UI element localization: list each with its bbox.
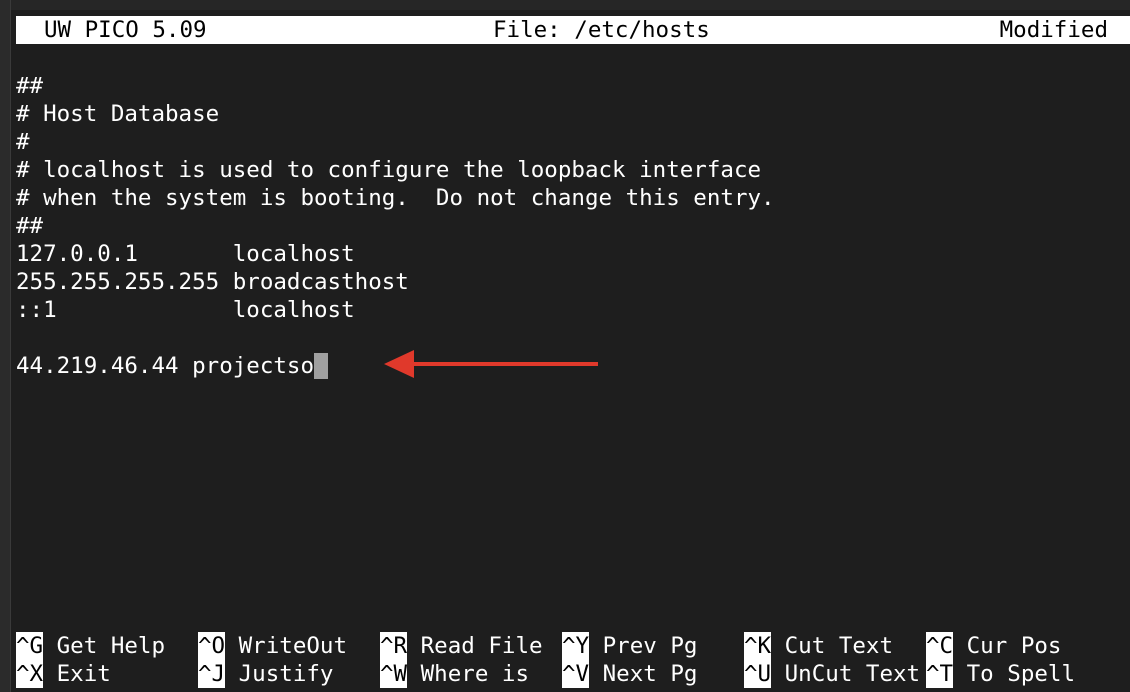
- shortcut-next-page[interactable]: ^V Next Pg: [562, 660, 697, 688]
- editor-line[interactable]: ::1 localhost: [16, 296, 775, 324]
- window-top-edge: [0, 0, 1130, 10]
- shortcut-label: Justify: [238, 661, 334, 687]
- shortcut-cur-pos[interactable]: ^C Cur Pos: [926, 632, 1061, 660]
- shortcut-label: Next Pg: [602, 661, 698, 687]
- shortcut-key: ^U: [744, 660, 772, 688]
- app-name: UW PICO 5.09: [44, 17, 207, 43]
- arrow-head: [384, 350, 414, 378]
- shortcut-writeout[interactable]: ^O WriteOut: [198, 632, 347, 660]
- shortcut-exit[interactable]: ^X Exit: [16, 660, 111, 688]
- editor-line[interactable]: # localhost is used to configure the loo…: [16, 156, 775, 184]
- shortcut-label: Get Help: [56, 633, 166, 659]
- shortcut-cut-text[interactable]: ^K Cut Text: [744, 632, 893, 660]
- red-arrow-icon: [384, 350, 598, 378]
- shortcut-key: ^K: [744, 632, 772, 660]
- shortcut-key: ^T: [926, 660, 954, 688]
- shortcut-label: Cut Text: [784, 633, 894, 659]
- shortcut-label: Exit: [56, 661, 111, 687]
- shortcut-label: Prev Pg: [602, 633, 698, 659]
- shortcut-prev-page[interactable]: ^Y Prev Pg: [562, 632, 697, 660]
- shortcut-key: ^R: [380, 632, 408, 660]
- shortcut-label: Cur Pos: [966, 633, 1062, 659]
- editor-line[interactable]: # Host Database: [16, 100, 775, 128]
- shortcut-key: ^G: [16, 632, 44, 660]
- shortcut-where-is[interactable]: ^W Where is: [380, 660, 529, 688]
- shortcut-to-spell[interactable]: ^T To Spell: [926, 660, 1075, 688]
- shortcut-key: ^W: [380, 660, 408, 688]
- editor-line[interactable]: ##: [16, 72, 775, 100]
- shortcut-label: To Spell: [966, 661, 1076, 687]
- modified-status: Modified: [999, 17, 1108, 43]
- shortcut-get-help[interactable]: ^G Get Help: [16, 632, 165, 660]
- text-cursor: [314, 353, 329, 379]
- shortcut-key: ^X: [16, 660, 44, 688]
- editor-line[interactable]: ##: [16, 212, 775, 240]
- shortcut-key: ^O: [198, 632, 226, 660]
- shortcut-uncut-text[interactable]: ^U UnCut Text: [744, 660, 920, 688]
- shortcut-key: ^J: [198, 660, 226, 688]
- shortcut-label: UnCut Text: [784, 661, 921, 687]
- editor-line[interactable]: #: [16, 128, 775, 156]
- shortcut-label: Read File: [420, 633, 543, 659]
- title-bar: UW PICO 5.09 File: /etc/hosts Modified: [16, 16, 1130, 44]
- shortcut-key: ^V: [562, 660, 590, 688]
- editor-area[interactable]: ## # Host Database # # localhost is used…: [16, 72, 775, 380]
- shortcut-key: ^C: [926, 632, 954, 660]
- shortcut-label: Where is: [420, 661, 530, 687]
- shortcut-justify[interactable]: ^J Justify: [198, 660, 333, 688]
- current-line-text[interactable]: 44.219.46.44 projectso: [16, 353, 314, 379]
- editor-line[interactable]: # when the system is booting. Do not cha…: [16, 184, 775, 212]
- window-left-edge: [0, 0, 11, 692]
- editor-line[interactable]: 127.0.0.1 localhost: [16, 240, 775, 268]
- shortcut-label: WriteOut: [238, 633, 348, 659]
- shortcut-read-file[interactable]: ^R Read File: [380, 632, 543, 660]
- editor-line[interactable]: 255.255.255.255 broadcasthost: [16, 268, 775, 296]
- shortcut-key: ^Y: [562, 632, 590, 660]
- file-name: File: /etc/hosts: [493, 17, 710, 43]
